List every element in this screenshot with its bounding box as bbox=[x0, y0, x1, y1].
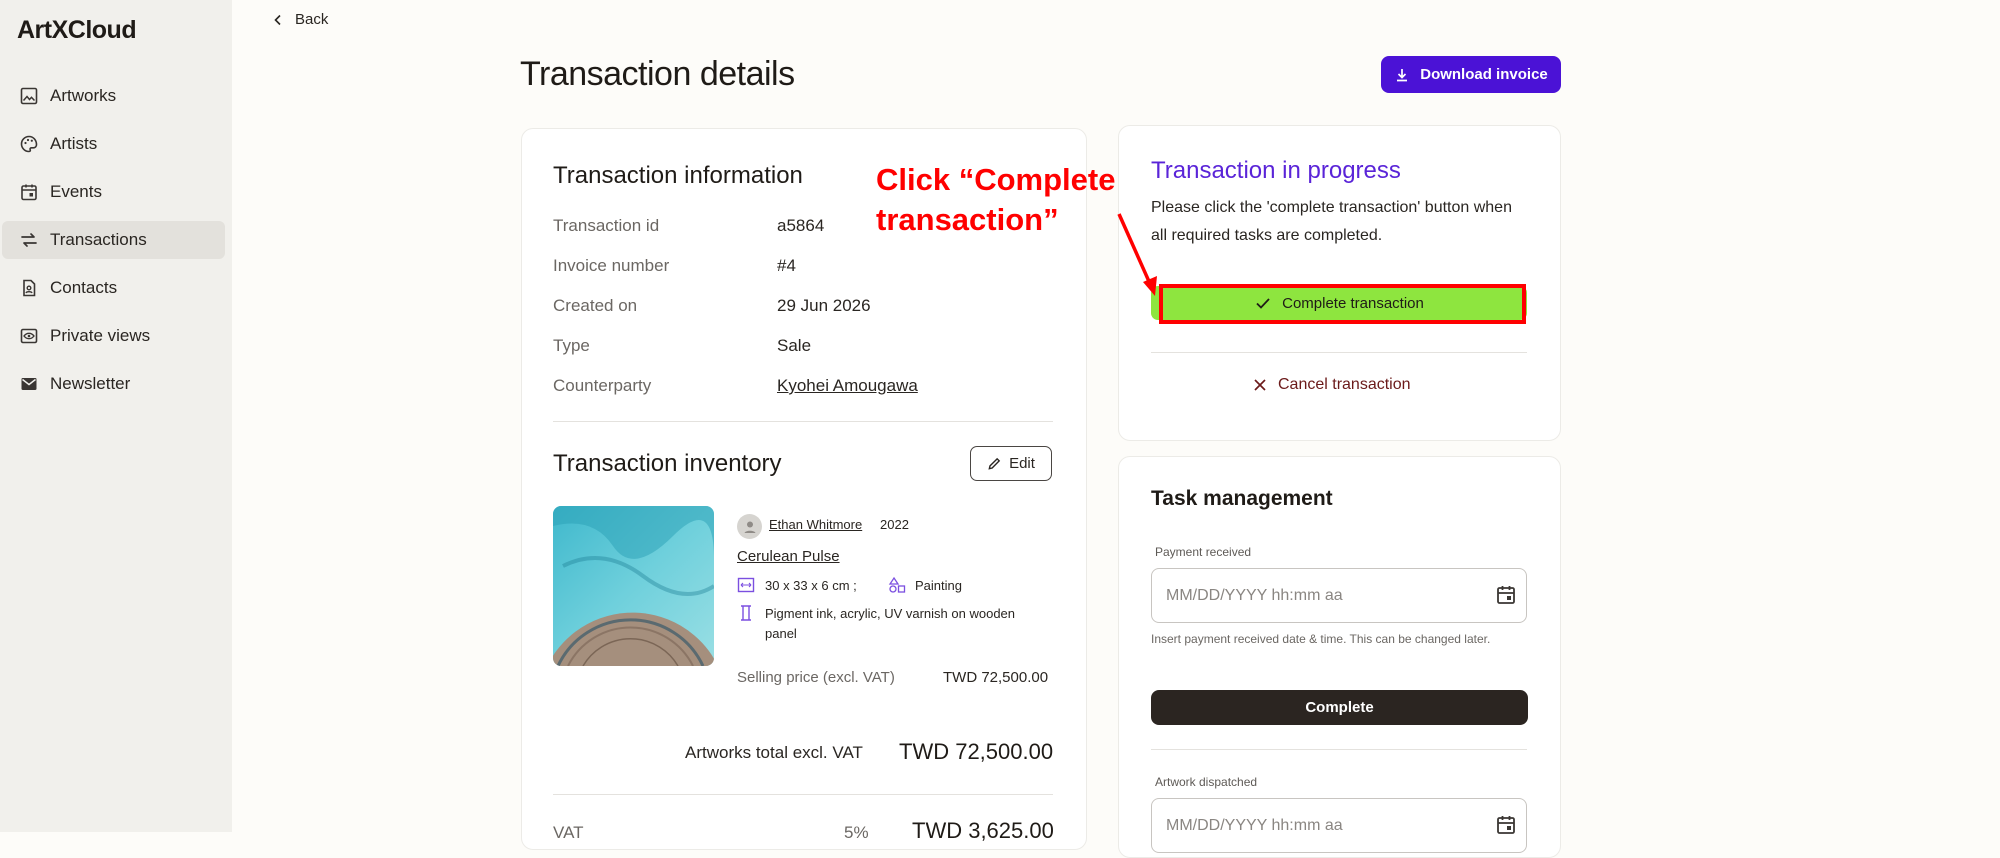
sidebar: ArtXCloud Artworks Artists Events Transa… bbox=[0, 0, 232, 832]
back-label: Back bbox=[295, 11, 329, 28]
artwork-dimensions: 30 x 33 x 6 cm ; bbox=[765, 578, 857, 593]
artwork-medium-type: Painting bbox=[915, 578, 962, 593]
task-management-title: Task management bbox=[1151, 487, 1333, 510]
person-icon bbox=[744, 521, 755, 533]
info-label: Invoice number bbox=[553, 256, 670, 275]
palette-icon bbox=[18, 133, 40, 155]
sidebar-item-private-views[interactable]: Private views bbox=[2, 317, 225, 355]
back-link[interactable]: Back bbox=[271, 11, 328, 28]
payment-received-label: Payment received bbox=[1155, 545, 1252, 559]
sidebar-item-label: Newsletter bbox=[50, 374, 131, 393]
vat-percent: 5% bbox=[844, 823, 869, 842]
sidebar-item-label: Transactions bbox=[50, 230, 147, 249]
edit-inventory-button[interactable]: Edit bbox=[970, 446, 1052, 481]
download-invoice-button[interactable]: Download invoice bbox=[1381, 56, 1561, 93]
info-label: Transaction id bbox=[553, 216, 660, 235]
info-label: Type bbox=[553, 336, 590, 355]
transaction-info-title: Transaction information bbox=[553, 162, 803, 189]
info-label: Created on bbox=[553, 296, 638, 315]
selling-price-value: TWD 72,500.00 bbox=[943, 669, 1049, 686]
divider bbox=[1151, 749, 1527, 750]
artist-link[interactable]: Ethan Whitmore bbox=[769, 517, 862, 532]
annotation-line: Click “Complete bbox=[876, 162, 1116, 197]
sidebar-item-transactions[interactable]: Transactions bbox=[2, 221, 225, 259]
sidebar-item-artworks[interactable]: Artworks bbox=[2, 77, 225, 115]
artwork-dispatched-label: Artwork dispatched bbox=[1155, 775, 1258, 789]
divider bbox=[1151, 352, 1527, 353]
vat-label: VAT bbox=[553, 823, 584, 842]
page-title: Transaction details bbox=[520, 55, 795, 93]
inventory-title: Transaction inventory bbox=[553, 450, 782, 477]
artworks-total-value: TWD 72,500.00 bbox=[899, 739, 1054, 764]
sidebar-item-label: Contacts bbox=[50, 278, 118, 297]
artworks-total-label: Artworks total excl. VAT bbox=[685, 743, 863, 762]
close-icon bbox=[1254, 379, 1266, 391]
cancel-transaction-button[interactable]: Cancel transaction bbox=[1252, 376, 1411, 394]
invoice-number-value: #4 bbox=[777, 256, 796, 275]
calendar-icon bbox=[18, 181, 40, 203]
annotation-arrow-icon bbox=[1117, 213, 1157, 296]
shapes-icon bbox=[888, 576, 906, 593]
sidebar-item-contacts[interactable]: Contacts bbox=[2, 269, 225, 307]
created-on-value: 29 Jun 2026 bbox=[777, 296, 871, 315]
calendar-icon[interactable] bbox=[1495, 584, 1517, 606]
dimensions-icon bbox=[737, 577, 755, 593]
artwork-thumbnail[interactable] bbox=[553, 506, 714, 666]
divider bbox=[553, 794, 1053, 795]
artwork-dispatched-input[interactable] bbox=[1151, 798, 1527, 853]
edit-label: Edit bbox=[1009, 455, 1035, 472]
vat-value: TWD 3,625.00 bbox=[912, 818, 1054, 843]
highlight-box bbox=[1159, 284, 1526, 324]
cancel-transaction-label: Cancel transaction bbox=[1278, 376, 1411, 393]
artwork-title-link[interactable]: Cerulean Pulse bbox=[737, 548, 840, 565]
image-icon bbox=[18, 85, 40, 107]
transaction-id-value: a5864 bbox=[777, 216, 825, 235]
counterparty-link[interactable]: Kyohei Amougawa bbox=[777, 376, 918, 396]
mail-icon bbox=[18, 373, 40, 395]
progress-description: Please click the 'complete transaction' … bbox=[1151, 199, 1512, 244]
sidebar-item-newsletter[interactable]: Newsletter bbox=[2, 365, 225, 403]
sidebar-item-label: Private views bbox=[50, 326, 151, 345]
payment-received-input[interactable] bbox=[1151, 568, 1527, 623]
sidebar-item-artists[interactable]: Artists bbox=[2, 125, 225, 163]
pencil-icon bbox=[988, 457, 1001, 470]
artist-avatar bbox=[737, 514, 762, 539]
complete-label: Complete bbox=[1305, 699, 1374, 716]
info-label: Counterparty bbox=[553, 376, 652, 395]
calendar-icon[interactable] bbox=[1495, 814, 1517, 836]
sidebar-item-label: Artworks bbox=[50, 86, 117, 105]
app-logo[interactable]: ArtXCloud bbox=[17, 16, 137, 45]
complete-payment-button[interactable]: Complete bbox=[1151, 690, 1528, 725]
sidebar-nav: Artworks Artists Events Transactions Con… bbox=[2, 77, 225, 413]
sidebar-item-events[interactable]: Events bbox=[2, 173, 225, 211]
sidebar-item-label: Artists bbox=[50, 134, 98, 153]
annotation-line: transaction” bbox=[876, 202, 1059, 237]
artwork-year: 2022 bbox=[880, 517, 909, 532]
contact-icon bbox=[18, 277, 40, 299]
instruction-annotation: Click “Complete transaction” bbox=[876, 160, 1115, 240]
artwork-materials-cont: panel bbox=[765, 626, 797, 641]
chevron-left-icon bbox=[274, 14, 281, 25]
type-value: Sale bbox=[777, 336, 812, 355]
swap-icon bbox=[18, 229, 40, 251]
sidebar-item-label: Events bbox=[50, 182, 102, 201]
progress-title: Transaction in progress bbox=[1151, 157, 1401, 184]
eye-icon bbox=[18, 325, 40, 347]
canvas-icon bbox=[741, 605, 751, 621]
divider bbox=[553, 421, 1053, 422]
download-icon bbox=[1397, 68, 1408, 81]
selling-price-label: Selling price (excl. VAT) bbox=[737, 669, 895, 686]
payment-help-text: Insert payment received date & time. Thi… bbox=[1151, 632, 1491, 646]
download-label: Download invoice bbox=[1420, 66, 1548, 83]
artwork-materials: Pigment ink, acrylic, UV varnish on wood… bbox=[765, 606, 1016, 621]
